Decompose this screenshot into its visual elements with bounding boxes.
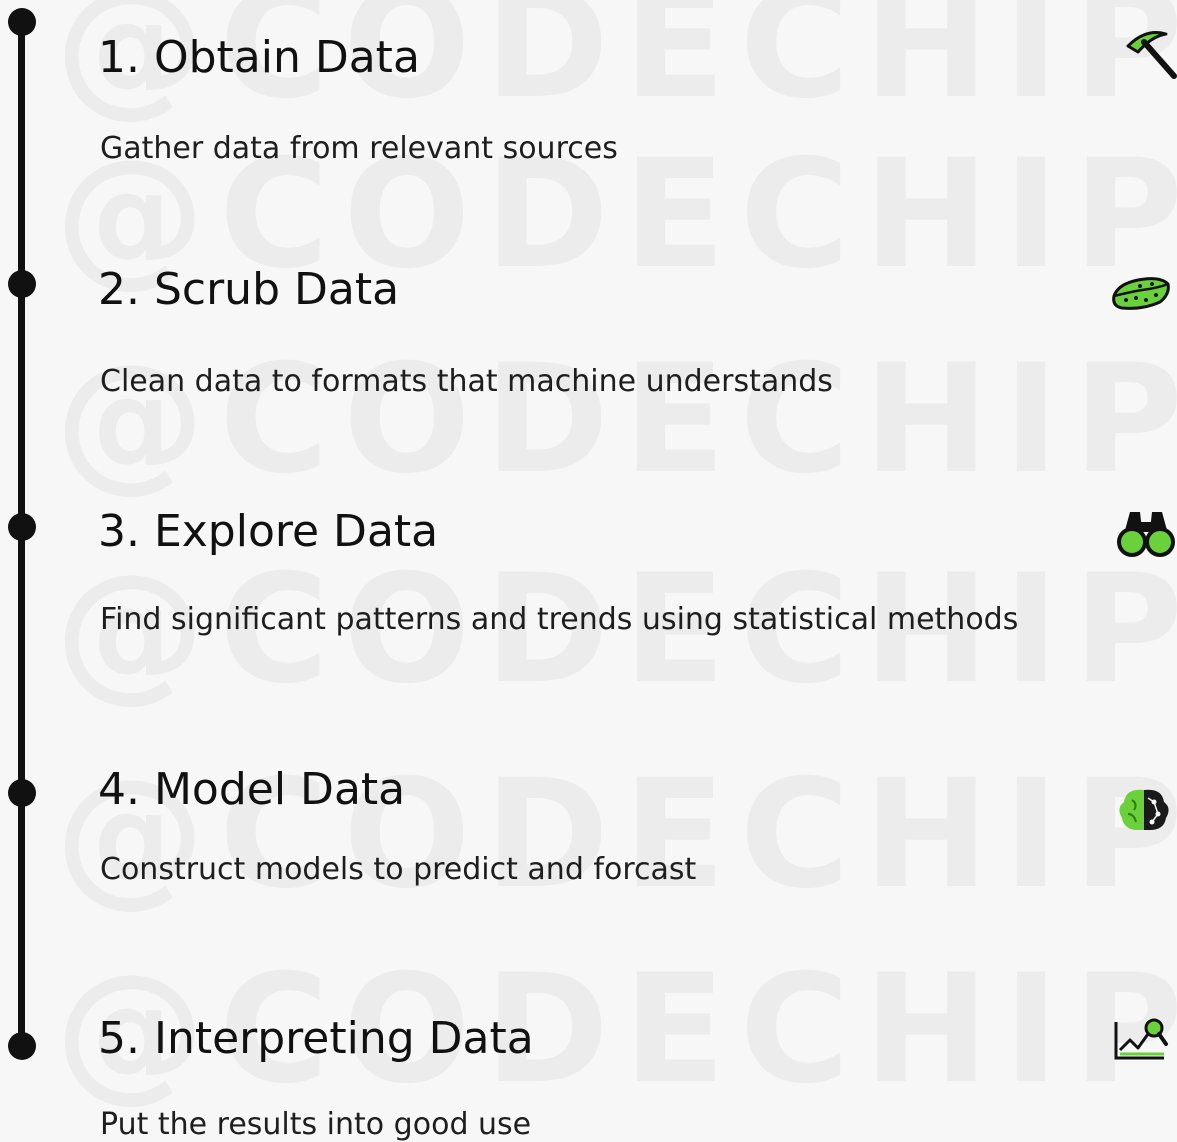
step-description: Find significant patterns and trends usi… — [100, 602, 1019, 637]
step-description: Put the results into good use — [100, 1107, 532, 1142]
timeline-dot — [8, 270, 36, 298]
pickaxe-icon — [1126, 31, 1177, 79]
chart-magnifier-icon — [1114, 1018, 1168, 1060]
timeline-dot — [8, 1032, 36, 1060]
timeline-dot — [8, 779, 36, 807]
step-title: 2. Scrub Data — [98, 264, 400, 315]
brain-icon — [1119, 789, 1169, 830]
step-title: 4. Model Data — [98, 764, 406, 815]
step-description: Clean data to formats that machine under… — [100, 364, 833, 399]
timeline-dot — [8, 8, 36, 36]
step-title: 5. Interpreting Data — [98, 1013, 534, 1064]
sponge-icon — [1112, 277, 1170, 310]
step-title: 1. Obtain Data — [98, 32, 420, 83]
step-description: Gather data from relevant sources — [100, 131, 618, 166]
step-description: Construct models to predict and forcast — [100, 852, 697, 887]
step-title: 3. Explore Data — [98, 506, 439, 557]
timeline-dot — [8, 513, 36, 541]
binoculars-icon — [1117, 512, 1175, 557]
